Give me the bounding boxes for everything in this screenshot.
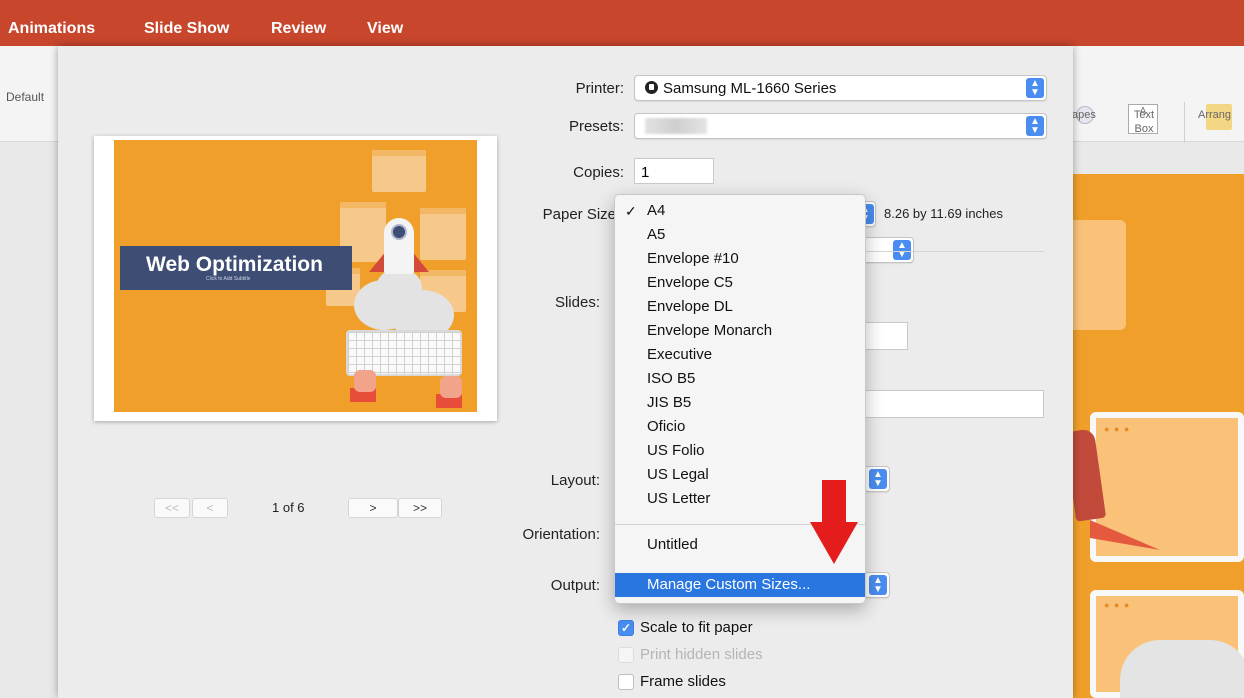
next-page-button[interactable]: >	[348, 498, 398, 518]
printer-value: Samsung ML-1660 Series	[663, 80, 837, 97]
slides-label: Slides:	[554, 294, 600, 311]
print-hidden-slides-label: Print hidden slides	[640, 646, 763, 663]
ribbon-shapes-label[interactable]: apes	[1072, 108, 1096, 122]
paper-option-envelope-dl[interactable]: Envelope DL	[615, 295, 865, 319]
paper-option-iso-b5[interactable]: ISO B5	[615, 367, 865, 391]
scale-to-fit-checkbox[interactable]: ✓	[618, 620, 634, 636]
paper-option-envelope-10[interactable]: Envelope #10	[615, 247, 865, 271]
slide-title: Web Optimization	[120, 246, 352, 290]
last-page-button[interactable]: >>	[398, 498, 442, 518]
popup-stepper-icon: ▲▼	[1026, 78, 1044, 98]
popup-stepper-icon: ▲▼	[869, 575, 887, 595]
frame-slides-checkbox[interactable]	[618, 674, 634, 690]
slide-deco-card	[1066, 220, 1126, 330]
menu-slide-show[interactable]: Slide Show	[144, 20, 229, 38]
presets-select[interactable]: ▲ ▼	[634, 113, 1047, 139]
paper-option-label: A4	[647, 202, 666, 219]
paper-option-a5[interactable]: A5	[615, 223, 865, 247]
hand-icon	[440, 376, 462, 398]
copies-label: Copies:	[573, 164, 624, 181]
slide-thumbnail: Web Optimization Click to Add Subtitle	[114, 140, 477, 412]
ribbon-default-label: Default	[6, 90, 45, 104]
paper-option-jis-b5[interactable]: JIS B5	[615, 391, 865, 415]
paper-option-us-folio[interactable]: US Folio	[615, 439, 865, 463]
copies-input[interactable]: 1	[634, 158, 714, 184]
frame-slides-label[interactable]: Frame slides	[640, 673, 726, 690]
printer-select[interactable]: Samsung ML-1660 Series ▲ ▼	[634, 75, 1047, 101]
slide-deco-card	[420, 208, 466, 260]
presets-value-blurred	[645, 118, 707, 134]
cloud-icon	[1120, 640, 1244, 698]
scale-to-fit-label[interactable]: Scale to fit paper	[640, 619, 753, 636]
slides-to-input[interactable]	[864, 322, 908, 350]
window-dots-icon: ● ● ●	[1104, 600, 1131, 610]
first-page-button[interactable]: <<	[154, 498, 190, 518]
rocket-window-icon	[391, 224, 407, 240]
paper-option-executive[interactable]: Executive	[615, 343, 865, 367]
slides-range-input[interactable]	[864, 390, 1044, 418]
printer-status-icon	[645, 81, 658, 94]
popup-stepper-icon: ▲▼	[1026, 116, 1044, 136]
paper-option-a4[interactable]: ✓ A4	[615, 199, 865, 223]
printer-label: Printer:	[575, 80, 624, 97]
manage-custom-sizes-item[interactable]: Manage Custom Sizes...	[615, 573, 865, 597]
checkmark-icon: ✓	[620, 621, 632, 635]
orientation-label: Orientation:	[522, 526, 600, 543]
menu-view[interactable]: View	[367, 20, 403, 38]
slide-deco-card	[372, 150, 426, 192]
slide-preview: Web Optimization Click to Add Subtitle	[94, 136, 497, 421]
output-select[interactable]: ▲ ▼	[864, 572, 890, 598]
menu-review[interactable]: Review	[271, 20, 326, 38]
popup-stepper-icon: ▲▼	[893, 240, 911, 260]
ribbon-textbox-label[interactable]: Text Box	[1128, 108, 1160, 136]
presets-label: Presets:	[568, 118, 624, 135]
smoke-icon	[376, 268, 422, 308]
layout-label: Layout:	[550, 472, 600, 489]
print-hidden-slides-checkbox	[618, 647, 634, 663]
hand-icon	[354, 370, 376, 392]
print-dialog: Web Optimization Click to Add Subtitle <…	[58, 46, 1073, 698]
paper-option-oficio[interactable]: Oficio	[615, 415, 865, 439]
window-dots-icon: ● ● ●	[1104, 424, 1131, 434]
output-label: Output:	[550, 577, 600, 594]
prev-page-button[interactable]: <	[192, 498, 228, 518]
checkmark-icon: ✓	[625, 203, 637, 219]
layout-select[interactable]: ▲ ▼	[864, 466, 890, 492]
paper-dimensions: 8.26 by 11.69 inches	[884, 206, 1004, 221]
menubar: Animations Slide Show Review View	[0, 0, 1244, 46]
red-arrow-icon	[822, 480, 846, 524]
paper-size-label: Paper Size	[542, 206, 616, 223]
popup-stepper-icon: ▲▼	[869, 469, 887, 489]
paper-option-envelope-monarch[interactable]: Envelope Monarch	[615, 319, 865, 343]
paper-option-envelope-c5[interactable]: Envelope C5	[615, 271, 865, 295]
page-indicator: 1 of 6	[272, 500, 305, 515]
slide-subtitle: Click to Add Subtitle	[206, 276, 251, 282]
menu-animations[interactable]: Animations	[8, 20, 95, 38]
ribbon-arrange-label[interactable]: Arrang	[1198, 108, 1231, 122]
